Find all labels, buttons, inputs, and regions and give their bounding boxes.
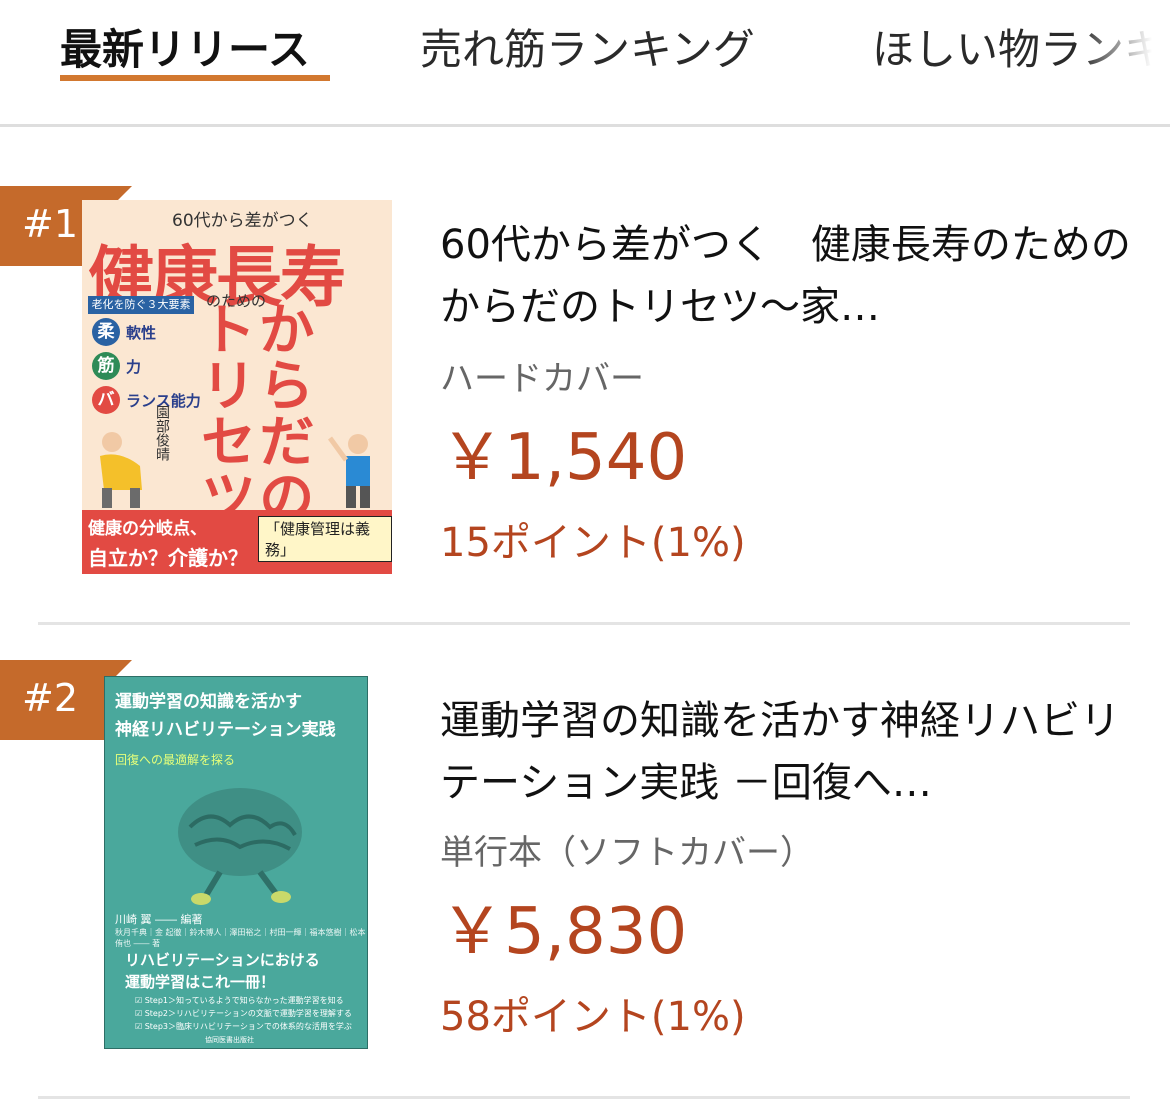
cover-publisher: 協同医書出版社 [205, 1036, 254, 1044]
cover-tag: 老化を防ぐ３大要素 [88, 296, 194, 314]
product-price: ￥5,830 [440, 895, 688, 969]
cover-bottom-line1: 健康の分岐点、 [88, 519, 207, 539]
tab-latest-releases[interactable]: 最新リリース [60, 22, 310, 78]
book-cover-image[interactable]: 運動学習の知識を活かす 神経リハビリテーション実践 回復への最適解を探る 川崎 … [104, 676, 368, 1049]
cover-title-line2: 神経リハビリテーション実践 [115, 720, 336, 740]
exercise-illustration-icon [100, 432, 142, 508]
tabs-fade-overlay [1080, 0, 1170, 110]
book-cover-image[interactable]: 60代から差がつく 健康長寿 のための 老化を防ぐ３大要素 柔 軟性 筋 力 バ… [82, 200, 392, 574]
product-format: ハードカバー [440, 359, 644, 399]
category-tabs: 最新リリース 売れ筋ランキング ほしい物ランキング [0, 0, 1170, 127]
cover-promo-line2: 運動学習はこれ一冊！ [125, 973, 276, 991]
cover-step: ☑ Step3＞臨床リハビリテーションでの体系的な活用を学ぶ [135, 1022, 352, 1031]
active-tab-underline [60, 75, 330, 81]
cover-step: ☑ Step2＞リハビリテーションの文脈で運動学習を理解する [135, 1009, 352, 1018]
product-points: 58ポイント(1%) [440, 994, 746, 1040]
product-title[interactable]: 運動学習の知識を活かす神経リハビリテーション実践 －回復へ… [440, 690, 1140, 814]
cover-bottom-band: 健康の分岐点、 自立か？介護か？ 「健康管理は義務」 [82, 510, 392, 574]
stretching-man-icon [328, 434, 370, 508]
product-format: 単行本（ソフトカバー） [440, 833, 814, 873]
cover-subtitle: 回復への最適解を探る [115, 753, 236, 767]
rank-label: #2 [22, 676, 79, 720]
cover-chip-text: 軟性 [126, 324, 157, 342]
cover-author: 園部俊晴 [154, 405, 170, 461]
item-divider [38, 1096, 1130, 1099]
cover-chip: 筋 [92, 352, 120, 380]
product-title[interactable]: 60代から差がつく 健康長寿のための からだのトリセツ〜家… [440, 214, 1170, 338]
rank-label: #1 [22, 202, 79, 246]
cover-coauthors: 秋月千典｜金 起徹｜鈴木博人｜澤田裕之｜村田一輝｜福本悠樹｜松本侑也 ―― 著 [115, 928, 366, 948]
cover-chip-text: 力 [126, 358, 142, 376]
cover-author: 川崎 翼 ―― 編著 [115, 913, 203, 926]
cover-bottom-line2: 自立か？介護か？ [88, 546, 248, 570]
cover-title-line1: 運動学習の知識を活かす [115, 692, 302, 712]
item-divider [38, 622, 1130, 625]
walking-brain-icon [178, 788, 302, 905]
cover-promo-line1: リハビリテーションにおける [125, 951, 320, 969]
tab-best-sellers[interactable]: 売れ筋ランキング [420, 22, 755, 78]
product-price: ￥1,540 [440, 421, 688, 495]
product-points: 15ポイント(1%) [440, 520, 746, 566]
cover-chip: バ [92, 386, 120, 414]
cover-step: ☑ Step1＞知っているようで知らなかった運動学習を知る [135, 996, 344, 1005]
cover-chip: 柔 [92, 318, 120, 346]
cover-bottom-badge: 「健康管理は義務」 [258, 516, 392, 562]
